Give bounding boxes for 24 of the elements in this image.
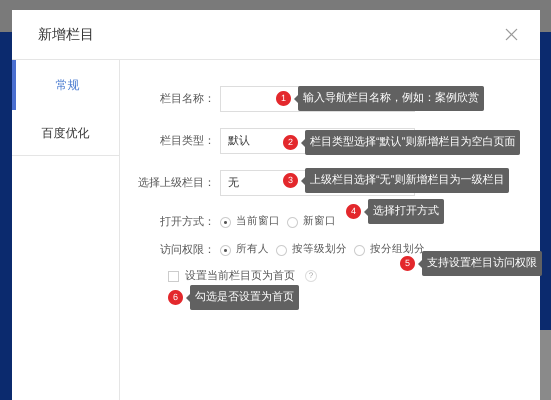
step-number-badge: 2 [283,135,298,150]
dialog-title: 新增栏目 [38,25,94,44]
field-label: 栏目名称： [159,92,215,107]
radio-label: 按等级划分 [292,242,347,258]
annotation-tooltip: 支持设置栏目访问权限 [422,251,542,276]
annotation-tooltip: 勾选是否设置为首页 [190,285,299,310]
step-number-badge: 1 [276,91,291,106]
annotation-tooltip: 上级栏目选择“无”则新增栏目为一级栏目 [305,168,510,193]
step-number-badge: 4 [346,204,361,219]
radio-label: 当前窗口 [236,214,280,230]
field-label: 选择上级栏目： [137,176,215,191]
field-label: 栏目类型： [159,134,215,149]
step-number-badge: 5 [400,256,415,271]
checkbox-label: 设置当前栏目页为首页 [185,269,295,284]
annotation-tooltip: 选择打开方式 [368,199,444,224]
field-label: 打开方式： [159,214,215,230]
step-number-badge: 3 [283,173,298,188]
field-label: 访问权限： [159,242,215,258]
annotation-tooltip: 栏目类型选择“默认”则新增栏目为空白页面 [305,130,520,155]
radio-label: 按分组划分 [370,242,425,258]
step-number-badge: 6 [168,290,183,305]
radio-label: 所有人 [236,242,269,258]
annotation-tooltip: 输入导航栏目名称，例如：案例欣赏 [298,86,484,111]
radio-label: 新窗口 [303,214,336,230]
